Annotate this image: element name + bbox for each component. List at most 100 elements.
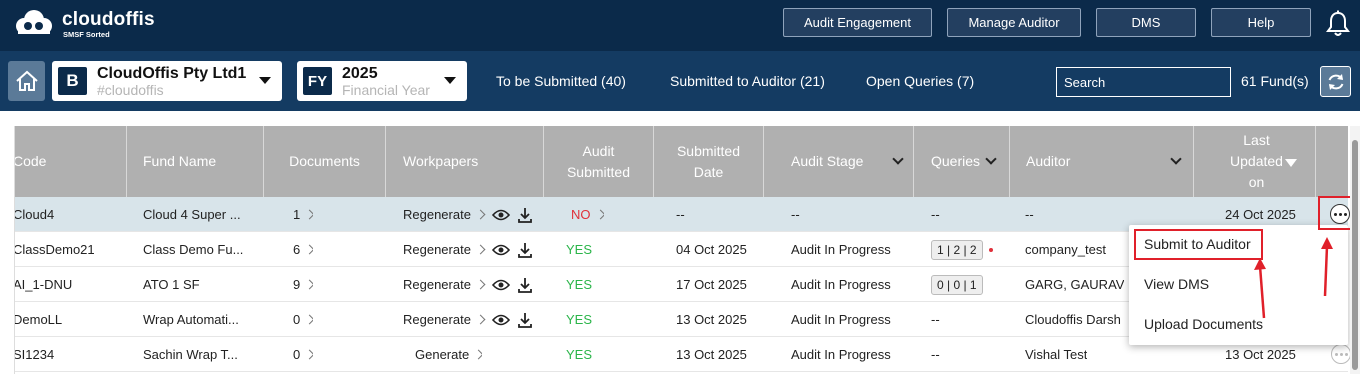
- cell-queries: --: [931, 312, 940, 327]
- cell-fund-name[interactable]: Cloud 4 Super ...: [143, 197, 253, 232]
- download-icon[interactable]: [518, 242, 532, 258]
- chevron-right-icon: [304, 279, 314, 290]
- regenerate-link[interactable]: Regenerate: [403, 312, 471, 327]
- cell-queries[interactable]: 0 | 0 | 1: [931, 267, 983, 302]
- cell-queries: --: [931, 347, 940, 362]
- tab-submitted-to-auditor[interactable]: Submitted to Auditor (21): [670, 73, 825, 89]
- entity-selector[interactable]: B CloudOffis Pty Ltd1 #cloudoffis: [52, 61, 282, 101]
- audit-yes-status: YES: [566, 242, 593, 257]
- dms-button[interactable]: DMS: [1096, 8, 1196, 37]
- cell-documents[interactable]: 1: [293, 197, 314, 232]
- fy-badge: FY: [303, 67, 332, 95]
- home-button[interactable]: [8, 61, 45, 101]
- search-input[interactable]: [1056, 67, 1231, 97]
- audit-engagement-button[interactable]: Audit Engagement: [783, 8, 932, 37]
- cell-audit-stage: Audit In Progress: [791, 277, 891, 292]
- eye-icon[interactable]: [491, 279, 510, 291]
- cloudoffis-logo[interactable]: cloudoffis SMSF Sorted: [12, 9, 162, 41]
- cell-code: DemoLL: [14, 312, 63, 327]
- cell-queries: --: [931, 207, 940, 222]
- column-header-audit-stage[interactable]: Audit Stage: [764, 126, 914, 197]
- cell-auditor: GARG, GAURAV: [1025, 277, 1125, 292]
- chevron-right-icon: [473, 349, 483, 360]
- menu-item-upload-documents[interactable]: Upload Documents: [1144, 316, 1263, 332]
- eye-icon[interactable]: [491, 209, 510, 221]
- column-header-audit-submitted[interactable]: Audit Submitted: [544, 126, 654, 197]
- column-header-documents: Documents: [264, 126, 386, 197]
- generate-link[interactable]: Generate: [415, 347, 469, 362]
- chevron-right-icon: [475, 279, 486, 290]
- download-icon[interactable]: [518, 207, 532, 223]
- queries-badge[interactable]: 0 | 0 | 1: [931, 274, 983, 295]
- column-header-auditor[interactable]: Auditor: [1010, 126, 1194, 197]
- cell-audit-stage: Audit In Progress: [791, 312, 891, 327]
- cell-fund-name[interactable]: Wrap Automati...: [143, 302, 253, 337]
- fy-label: Financial Year: [342, 82, 430, 98]
- column-header-submitted-date[interactable]: Submitted Date: [654, 126, 764, 197]
- cell-documents[interactable]: 9: [293, 267, 314, 302]
- refresh-button[interactable]: [1320, 66, 1351, 97]
- scrollbar-thumb[interactable]: [1352, 140, 1358, 370]
- home-icon: [15, 70, 38, 91]
- cell-audit-stage: --: [791, 207, 800, 222]
- chevron-down-icon[interactable]: [892, 153, 904, 165]
- eye-icon[interactable]: [491, 244, 510, 256]
- column-header-actions: [1316, 126, 1348, 197]
- cell-auditor: company_test: [1025, 242, 1106, 257]
- entity-name: CloudOffis Pty Ltd1: [97, 65, 247, 82]
- chevron-down-icon[interactable]: [985, 153, 997, 165]
- notification-bell-icon[interactable]: [1325, 10, 1351, 38]
- cell-fund-name[interactable]: Class Demo Fu...: [143, 232, 253, 267]
- manage-auditor-button[interactable]: Manage Auditor: [947, 8, 1081, 37]
- cell-fund-name[interactable]: Sachin Wrap T...: [143, 337, 253, 372]
- chevron-right-icon: [475, 209, 486, 220]
- highlight-box: [1134, 229, 1263, 260]
- chevron-down-icon[interactable]: [1170, 153, 1182, 165]
- chevron-down-icon: [259, 77, 271, 84]
- cell-fund-name[interactable]: ATO 1 SF: [143, 267, 253, 302]
- regenerate-link[interactable]: Regenerate: [403, 207, 471, 222]
- menu-item-view-dms[interactable]: View DMS: [1144, 276, 1209, 292]
- tab-open-queries[interactable]: Open Queries (7): [866, 73, 974, 89]
- download-icon[interactable]: [518, 277, 532, 293]
- cell-documents[interactable]: 6: [293, 232, 314, 267]
- more-options-icon[interactable]: [1331, 344, 1351, 364]
- top-navigation-bar: cloudoffis SMSF Sorted Audit Engagement …: [0, 0, 1360, 51]
- fund-count: 61 Fund(s): [1241, 73, 1309, 89]
- cell-queries[interactable]: 1 | 2 | 2: [931, 232, 993, 267]
- tab-to-be-submitted[interactable]: To be Submitted (40): [496, 73, 626, 89]
- unread-dot: [988, 247, 993, 252]
- cell-audit-submitted: YES: [566, 302, 592, 337]
- cell-workpapers: Regenerate: [403, 267, 532, 302]
- cell-auditor: Vishal Test: [1025, 347, 1088, 362]
- cell-audit-submitted[interactable]: NO: [571, 197, 604, 232]
- cell-audit-stage: Audit In Progress: [791, 242, 891, 257]
- cell-submitted-date: 04 Oct 2025: [676, 242, 747, 257]
- download-icon[interactable]: [518, 312, 532, 328]
- financial-year-selector[interactable]: FY 2025 Financial Year: [297, 61, 467, 101]
- queries-badge[interactable]: 1 | 2 | 2: [931, 239, 983, 260]
- cell-audit-submitted: YES: [566, 232, 592, 267]
- regenerate-link[interactable]: Regenerate: [403, 242, 471, 257]
- cell-audit-submitted: YES: [566, 267, 592, 302]
- table-header: Code Fund Name Documents Workpapers Audi…: [15, 126, 1348, 197]
- eye-icon[interactable]: [491, 314, 510, 326]
- audit-yes-status: YES: [566, 347, 593, 362]
- documents-count: 6: [293, 242, 301, 257]
- cell-documents[interactable]: 0: [293, 337, 314, 372]
- documents-count: 0: [293, 347, 301, 362]
- cell-submitted-date: 13 Oct 2025: [676, 312, 747, 327]
- sort-down-icon[interactable]: [1285, 159, 1297, 167]
- chevron-right-icon: [304, 209, 314, 220]
- regenerate-link[interactable]: Regenerate: [403, 277, 471, 292]
- cell-documents[interactable]: 0: [293, 302, 314, 337]
- column-header-queries[interactable]: Queries: [914, 126, 1010, 197]
- audit-yes-status: YES: [566, 312, 593, 327]
- column-header-last-updated[interactable]: Last Updated on: [1194, 126, 1316, 197]
- column-header-fund-name[interactable]: Fund Name: [127, 126, 264, 197]
- brand-name: cloudoffis: [62, 9, 155, 30]
- documents-count: 1: [293, 207, 301, 222]
- column-header-code[interactable]: Code: [15, 126, 127, 197]
- queries-label: Queries: [931, 153, 981, 169]
- help-button[interactable]: Help: [1211, 8, 1311, 37]
